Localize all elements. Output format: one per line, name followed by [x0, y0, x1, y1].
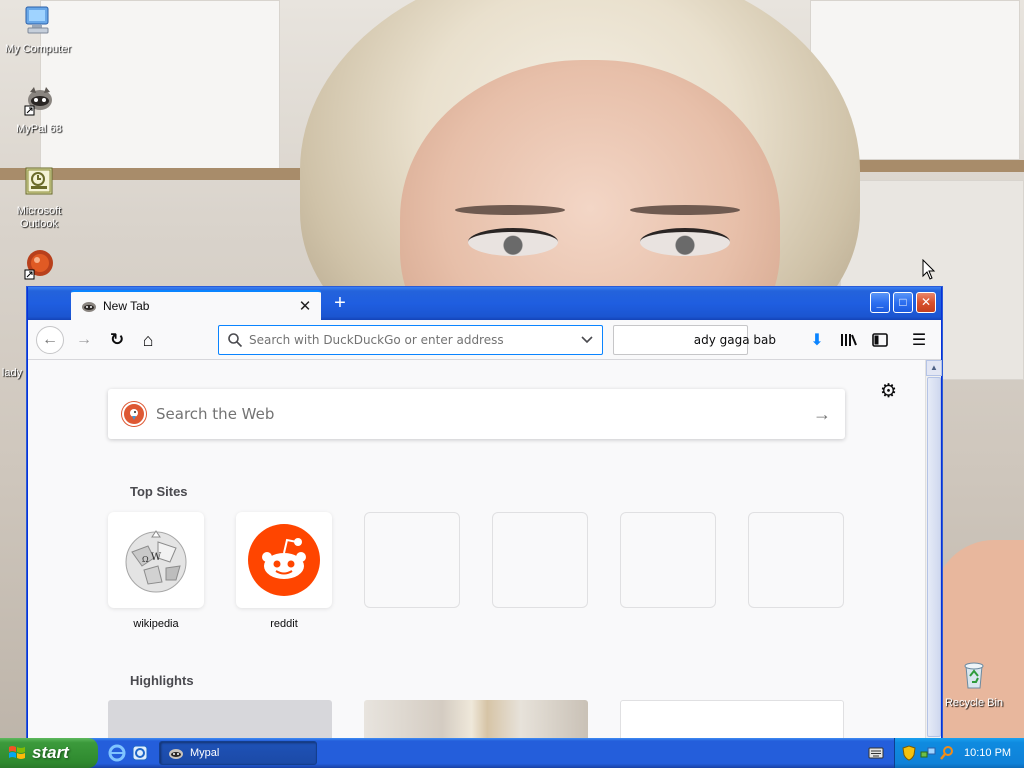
taskbar-button-mypal[interactable]: Mypal	[159, 741, 317, 765]
top-sites-title: Top Sites	[130, 484, 188, 499]
taskbar-button-label: Mypal	[190, 747, 220, 759]
top-site-empty	[620, 512, 716, 632]
raccoon-icon	[82, 302, 96, 312]
sidebar-icon	[872, 333, 888, 347]
clock[interactable]: 10:10 PM	[964, 747, 1011, 759]
tab-close-icon[interactable]: ✕	[293, 294, 317, 318]
top-site-tile[interactable]: W Ω	[108, 512, 204, 608]
top-site-label	[748, 618, 844, 632]
raccoon-icon	[169, 748, 183, 759]
reload-button[interactable]: ↻	[103, 326, 131, 354]
desktop-icon-label: MyPal 68	[16, 123, 62, 135]
my-computer-icon	[25, 6, 49, 34]
search-icon[interactable]	[939, 745, 955, 761]
url-input[interactable]	[249, 333, 580, 347]
highlights-title: Highlights	[130, 673, 194, 688]
search-go-icon[interactable]: →	[813, 404, 831, 425]
new-tab-page: ⚙ → Top Sites	[28, 360, 925, 746]
top-site-placeholder	[748, 512, 844, 608]
svg-text:Ω: Ω	[142, 555, 149, 564]
top-site-empty	[492, 512, 588, 632]
library-icon	[841, 334, 857, 346]
title-bar[interactable]: New Tab ✕ + _ □ ✕	[28, 287, 941, 320]
tab-new-tab[interactable]: New Tab ✕	[71, 290, 321, 320]
sidebar-button[interactable]	[866, 326, 894, 354]
top-site-label: wikipedia	[133, 618, 179, 630]
start-label: start	[32, 743, 69, 762]
new-tab-button[interactable]: +	[328, 293, 352, 315]
scroll-up-icon[interactable]: ▲	[926, 360, 942, 376]
web-search-input[interactable]	[156, 405, 813, 423]
security-shield-icon[interactable]	[901, 745, 917, 761]
svg-text:W: W	[151, 552, 162, 563]
url-bar[interactable]	[218, 325, 603, 355]
reddit-icon	[248, 524, 320, 596]
top-site-label	[620, 618, 716, 632]
top-site-placeholder	[620, 512, 716, 608]
desktop-icon-mypal[interactable]: MyPal 68	[1, 84, 77, 136]
close-button[interactable]: ✕	[916, 292, 936, 313]
top-site-label: reddit	[270, 618, 298, 630]
keyboard-icon[interactable]	[868, 746, 884, 760]
duckduckgo-icon	[122, 402, 146, 426]
top-site-label	[492, 618, 588, 632]
search-bar[interactable]	[613, 325, 776, 355]
search-icon	[228, 333, 243, 348]
scroll-thumb[interactable]	[927, 377, 941, 737]
web-search-box[interactable]: →	[108, 389, 845, 439]
top-site-tile[interactable]	[236, 512, 332, 608]
top-site-empty	[364, 512, 460, 632]
browser-window: New Tab ✕ + _ □ ✕ ← → ↻ ⌂ Search with Du…	[27, 287, 942, 747]
chevron-down-icon[interactable]	[580, 335, 594, 345]
outlook-express-icon[interactable]	[131, 744, 149, 762]
maximize-button[interactable]: □	[893, 292, 913, 313]
desktop-icon-recycle-bin[interactable]: Recycle Bin	[936, 658, 1012, 710]
forward-button[interactable]: →	[70, 326, 98, 354]
desktop-icon-label: Microsoft Outlook	[16, 205, 62, 230]
wikipedia-icon: W Ω	[125, 530, 187, 593]
navigation-toolbar: ← → ↻ ⌂ ⬇	[28, 320, 941, 360]
home-button[interactable]: ⌂	[134, 326, 162, 354]
downloads-button[interactable]: ⬇	[803, 326, 831, 354]
top-site-placeholder	[492, 512, 588, 608]
top-site-label	[364, 618, 460, 632]
internet-explorer-icon[interactable]	[108, 744, 126, 762]
vertical-scrollbar[interactable]: ▲	[925, 360, 942, 746]
menu-button[interactable]: ☰	[905, 326, 933, 354]
mouse-cursor	[922, 259, 936, 280]
desktop-icon-outlook[interactable]: Microsoft Outlook	[1, 166, 77, 231]
back-button[interactable]: ←	[36, 326, 64, 354]
top-site-wikipedia[interactable]: W Ω wikipedia	[108, 512, 204, 632]
network-icon[interactable]	[920, 745, 936, 761]
search-bar-input[interactable]	[626, 333, 776, 347]
tab-title: New Tab	[103, 299, 150, 313]
top-site-placeholder	[364, 512, 460, 608]
system-tray: 10:10 PM	[894, 738, 1024, 768]
desktop-icon-app[interactable]	[1, 248, 77, 287]
top-site-reddit[interactable]: reddit	[236, 512, 332, 632]
taskbar: start Mypal 10:10 PM	[0, 738, 1024, 768]
mypal-icon	[24, 87, 52, 116]
top-site-empty	[748, 512, 844, 632]
recycle-bin-icon	[964, 662, 984, 689]
desktop-icon-label: Recycle Bin	[944, 697, 1004, 709]
top-sites-grid: W Ω wikipedia reddit	[108, 512, 844, 632]
gear-icon[interactable]: ⚙	[880, 380, 897, 403]
library-button[interactable]	[835, 326, 863, 354]
outlook-icon	[25, 167, 53, 195]
desktop-icon-my-computer[interactable]: My Computer	[0, 4, 76, 56]
windows-flag-icon	[9, 746, 25, 759]
start-button[interactable]: start	[0, 738, 98, 768]
minimize-button[interactable]: _	[870, 292, 890, 313]
app-icon	[24, 250, 53, 280]
desktop-icon-label: My Computer	[4, 43, 72, 55]
